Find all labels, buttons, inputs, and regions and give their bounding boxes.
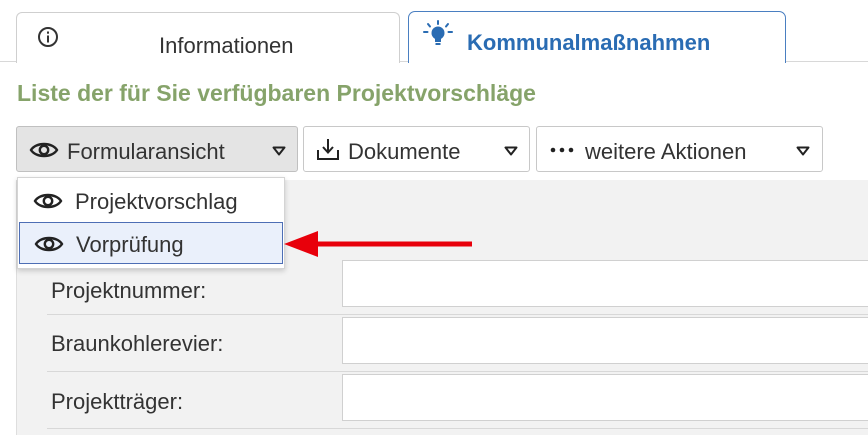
- form-row-projekttraeger: Projektträger:: [17, 374, 868, 430]
- more-actions-button[interactable]: weitere Aktionen: [536, 126, 823, 172]
- more-actions-label: weitere Aktionen: [585, 139, 747, 164]
- chevron-down-icon: [796, 146, 810, 156]
- dropdown-item-projektvorschlag[interactable]: Projektvorschlag: [19, 180, 283, 222]
- eye-icon: [34, 236, 64, 252]
- braunkohlerevier-field[interactable]: [342, 317, 868, 364]
- form-view-dropdown: Projektvorschlag Vorprüfung: [17, 177, 285, 269]
- ellipsis-icon: [550, 147, 574, 153]
- dropdown-item-label: Projektvorschlag: [75, 189, 238, 214]
- projekttraeger-label: Projektträger:: [51, 389, 184, 414]
- download-icon: [317, 139, 339, 160]
- list-title: Liste der für Sie verfügbaren Projektvor…: [17, 80, 536, 106]
- documents-button[interactable]: Dokumente: [303, 126, 530, 172]
- chevron-down-icon: [272, 146, 286, 156]
- row-divider: [47, 371, 868, 372]
- eye-icon: [33, 193, 63, 209]
- annotation-arrow: [284, 231, 472, 257]
- tab-bar: Informationen Kommunalmaßnahmen: [0, 0, 868, 63]
- tab-informationen[interactable]: Informationen: [16, 12, 400, 63]
- projektnummer-field[interactable]: [342, 260, 868, 307]
- eye-icon: [29, 142, 59, 158]
- projektnummer-label: Projektnummer:: [51, 278, 207, 303]
- tab-kommunalmassnahmen-label: Kommunalmaßnahmen: [467, 30, 711, 55]
- lightbulb-icon: [423, 20, 453, 45]
- dropdown-item-vorpruefung[interactable]: Vorprüfung: [19, 222, 283, 264]
- form-row-braunkohlerevier: Braunkohlerevier:: [17, 317, 868, 373]
- form-view-label: Formularansicht: [67, 139, 225, 164]
- dropdown-item-label: Vorprüfung: [76, 232, 184, 257]
- row-divider: [47, 428, 868, 429]
- projekttraeger-field[interactable]: [342, 374, 868, 421]
- braunkohlerevier-label: Braunkohlerevier:: [51, 331, 224, 356]
- chevron-down-icon: [504, 146, 518, 156]
- tab-informationen-label: Informationen: [159, 33, 294, 58]
- info-icon: [38, 27, 58, 47]
- form-view-button[interactable]: Formularansicht: [16, 126, 298, 172]
- row-divider: [47, 314, 868, 315]
- documents-label: Dokumente: [348, 139, 461, 164]
- tab-kommunalmassnahmen[interactable]: Kommunalmaßnahmen: [408, 11, 786, 63]
